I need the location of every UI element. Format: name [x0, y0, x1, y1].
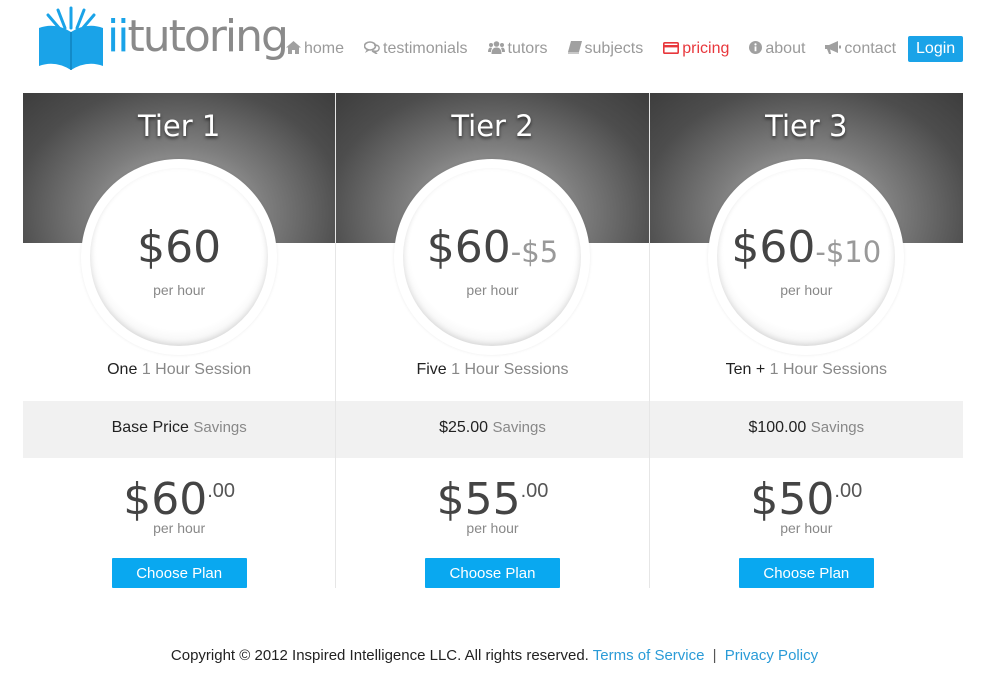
savings-row: $100.00 Savings [649, 401, 963, 458]
pricing-tier: Tier 2 $60-$5 per hour Five 1 Hour Sessi… [336, 93, 650, 588]
book-icon [567, 41, 582, 57]
tier-header: Tier 2 $60-$5 per hour [336, 93, 649, 355]
main-nav: home testimonials tutors subjects pricin… [286, 36, 964, 62]
circle-price: $60-$10 [731, 222, 882, 273]
savings-row: Base Price Savings [23, 401, 336, 458]
nav-testimonials[interactable]: testimonials [363, 40, 468, 58]
open-book-icon [38, 6, 104, 72]
pricing-tier: Tier 3 $60-$10 per hour Ten + 1 Hour Ses… [649, 93, 963, 588]
terms-of-service-link[interactable]: Terms of Service [593, 647, 705, 664]
nav-home[interactable]: home [286, 40, 344, 58]
circle-price: $60-$5 [426, 222, 559, 273]
circle-per-hour: per hour [153, 282, 206, 298]
final-price-cents: .00 [207, 480, 236, 502]
house-icon [286, 41, 301, 57]
nav-tutors[interactable]: tutors [487, 40, 548, 58]
circle-per-hour: per hour [466, 282, 519, 298]
site-footer: Copyright © 2012 Inspired Intelligence L… [0, 647, 989, 664]
pricing-tier: Tier 1 $60 per hour One 1 Hour Session B… [23, 93, 337, 588]
users-icon [487, 41, 505, 57]
copyright-text: Copyright © 2012 Inspired Intelligence L… [170, 647, 589, 664]
final-price-amount: $60 [123, 474, 208, 525]
nav-contact[interactable]: contact [825, 40, 896, 58]
nav-subjects-label: subjects [584, 40, 644, 57]
final-price-cents: .00 [834, 480, 863, 502]
nav-testimonials-label: testimonials [383, 40, 468, 57]
savings-row: $25.00 Savings [336, 401, 649, 458]
final-price: $55.00 per hour [336, 458, 648, 558]
circle-price: $60 [137, 222, 222, 273]
final-price-per-hour: per hour [780, 520, 833, 536]
nav-contact-label: contact [844, 40, 897, 57]
choose-plan-button[interactable]: Choose Plan [111, 558, 247, 588]
final-price: $60.00 per hour [23, 458, 335, 558]
price-circle: $60-$5 per hour [394, 159, 591, 355]
info-circle-icon [749, 41, 763, 57]
bullhorn-icon [825, 41, 842, 57]
pricing-table: Tier 1 $60 per hour One 1 Hour Session B… [23, 93, 963, 588]
tier-header: Tier 3 $60-$10 per hour [649, 93, 963, 355]
nav-about[interactable]: about [749, 40, 805, 58]
session-count: One 1 Hour Session [107, 361, 252, 378]
login-button[interactable]: Login [908, 36, 964, 62]
site-header: iitutoring home testimonials tutors subj… [0, 0, 989, 93]
session-count: Ten + 1 Hour Sessions [725, 361, 888, 378]
session-count: Five 1 Hour Sessions [416, 361, 569, 378]
credit-card-icon [663, 41, 680, 57]
final-price-per-hour: per hour [153, 520, 206, 536]
site-logo[interactable]: iitutoring [38, 6, 289, 72]
tier-title: Tier 2 [451, 109, 534, 143]
speech-bubbles-icon [363, 41, 380, 57]
nav-pricing-label: pricing [682, 40, 730, 57]
price-circle: $60 per hour [81, 159, 278, 355]
final-price-cents: .00 [520, 480, 549, 502]
nav-tutors-label: tutors [507, 40, 548, 57]
final-price-per-hour: per hour [466, 520, 519, 536]
final-price-amount: $50 [750, 474, 835, 525]
price-circle: $60-$10 per hour [708, 159, 905, 355]
tier-title: Tier 1 [138, 109, 221, 143]
circle-discount: -$10 [815, 235, 882, 269]
choose-plan-button[interactable]: Choose Plan [424, 558, 560, 588]
circle-per-hour: per hour [780, 282, 833, 298]
privacy-policy-link[interactable]: Privacy Policy [725, 647, 818, 664]
tier-title: Tier 3 [765, 109, 848, 143]
footer-separator: | [712, 647, 717, 664]
nav-about-label: about [765, 40, 806, 57]
nav-pricing[interactable]: pricing [663, 40, 729, 58]
choose-plan-button[interactable]: Choose Plan [738, 558, 874, 588]
final-price: $50.00 per hour [650, 458, 963, 558]
final-price-amount: $55 [436, 474, 521, 525]
circle-discount: -$5 [510, 235, 559, 269]
nav-subjects[interactable]: subjects [567, 40, 644, 58]
nav-home-label: home [304, 40, 345, 57]
tier-header: Tier 1 $60 per hour [23, 93, 336, 355]
logo-wordmark: iitutoring [107, 11, 289, 62]
